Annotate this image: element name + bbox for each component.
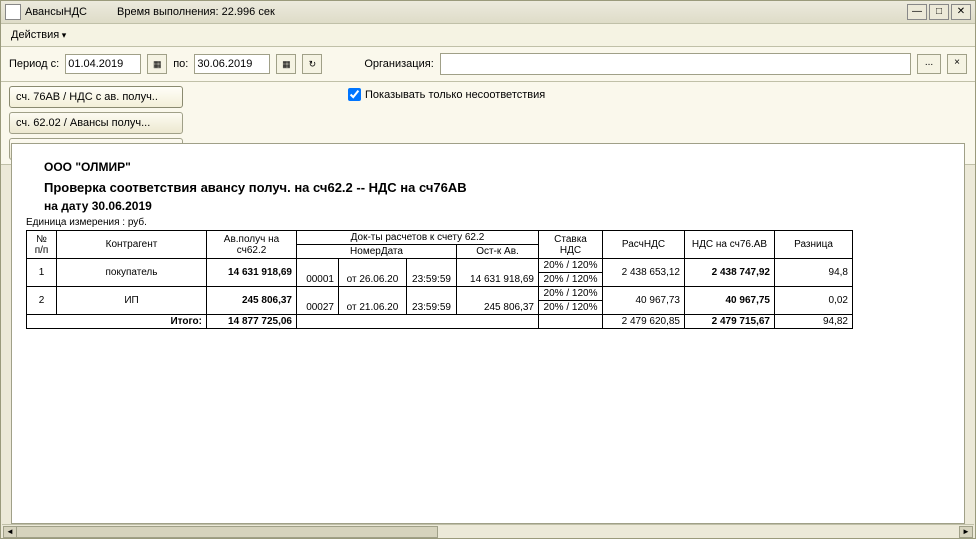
cell-total-nds: 2 479 715,67 xyxy=(685,315,775,329)
cell-stavka-bot: 20% / 120% xyxy=(539,273,603,287)
cell-ost-blank xyxy=(457,287,539,301)
cell-docdate: от 21.06.20 xyxy=(339,301,407,315)
cell-nds: 2 438 747,92 xyxy=(685,259,775,287)
th-av: Ав.получ на сч62.2 xyxy=(207,231,297,259)
th-rasch: РасчНДС xyxy=(603,231,685,259)
cell-stavka-top: 20% / 120% xyxy=(539,259,603,273)
cell-doctime-blank xyxy=(407,259,457,273)
cell-ost: 245 806,37 xyxy=(457,301,539,315)
toolbar: Период с: ▦ по: ▦ ↻ Организация: ... × xyxy=(1,47,975,82)
close-button[interactable]: ✕ xyxy=(951,4,971,20)
cell-docnum-blank xyxy=(297,287,339,301)
cell-total-razn: 94,82 xyxy=(775,315,853,329)
calendar-from-button[interactable]: ▦ xyxy=(147,54,167,74)
window-title: АвансыНДС xyxy=(25,6,87,18)
th-doc-group: Док-ты расчетов к счету 62.2 xyxy=(297,231,539,245)
report-area: ООО "ОЛМИР" Проверка соответствия авансу… xyxy=(11,143,965,524)
cell-doctime: 23:59:59 xyxy=(407,273,457,287)
cell-total-label: Итого: xyxy=(27,315,207,329)
cell-contragent: ИП xyxy=(57,287,207,315)
org-clear-button[interactable]: × xyxy=(947,54,967,74)
th-ost-av: Ост-к Ав. xyxy=(457,245,539,259)
show-mismatch-checkbox[interactable] xyxy=(348,88,361,101)
cell-av: 14 631 918,69 xyxy=(207,259,297,287)
tab-76av[interactable]: сч. 76АВ / НДС с ав. получ.. xyxy=(9,86,183,108)
scroll-right-arrow[interactable]: ► xyxy=(959,526,973,538)
cell-docdate-blank xyxy=(339,287,407,301)
cell-doctime-blank xyxy=(407,287,457,301)
report-title: Проверка соответствия авансу получ. на с… xyxy=(44,180,950,195)
cell-ost: 14 631 918,69 xyxy=(457,273,539,287)
maximize-button[interactable]: □ xyxy=(929,4,949,20)
cell-razn: 0,02 xyxy=(775,287,853,315)
cell-docdate-blank xyxy=(339,259,407,273)
report-unit: Единица измерения : руб. xyxy=(26,217,950,228)
menu-actions[interactable]: Действия xyxy=(7,27,74,43)
cell-stavka-bot: 20% / 120% xyxy=(539,301,603,315)
cell-doctime: 23:59:59 xyxy=(407,301,457,315)
report-date: на дату 30.06.2019 xyxy=(44,199,950,213)
cell-stavka-top: 20% / 120% xyxy=(539,287,603,301)
cell-total-stavka-blank xyxy=(539,315,603,329)
th-razn: Разница xyxy=(775,231,853,259)
scroll-left-arrow[interactable]: ◄ xyxy=(3,526,17,538)
org-input[interactable] xyxy=(440,53,911,75)
app-icon xyxy=(5,4,21,20)
cell-total-rasch: 2 479 620,85 xyxy=(603,315,685,329)
cell-n: 1 xyxy=(27,259,57,287)
titlebar: АвансыНДС Время выполнения: 22.996 сек —… xyxy=(1,1,975,24)
exec-time-label: Время выполнения: xyxy=(117,6,219,18)
period-from-label: Период с: xyxy=(9,58,59,70)
th-nomer-data: НомерДата xyxy=(297,245,457,259)
cell-docnum: 00027 xyxy=(297,301,339,315)
cell-nds: 40 967,75 xyxy=(685,287,775,315)
menubar: Действия xyxy=(1,24,975,47)
cell-contragent: покупатель xyxy=(57,259,207,287)
minimize-button[interactable]: — xyxy=(907,4,927,20)
cell-docnum: 00001 xyxy=(297,273,339,287)
calendar-to-button[interactable]: ▦ xyxy=(276,54,296,74)
cell-av: 245 806,37 xyxy=(207,287,297,315)
th-contragent: Контрагент xyxy=(57,231,207,259)
th-stavka: Ставка НДС xyxy=(539,231,603,259)
horizontal-scrollbar[interactable]: ◄ ► xyxy=(2,524,974,537)
cell-total-av: 14 877 725,06 xyxy=(207,315,297,329)
cell-docdate: от 26.06.20 xyxy=(339,273,407,287)
refresh-button[interactable]: ↻ xyxy=(302,54,322,74)
tab-6202[interactable]: сч. 62.02 / Авансы получ... xyxy=(9,112,183,134)
cell-ost-blank xyxy=(457,259,539,273)
cell-rasch: 2 438 653,12 xyxy=(603,259,685,287)
cell-total-doc-blank xyxy=(297,315,539,329)
org-label: Организация: xyxy=(364,58,433,70)
exec-time: Время выполнения: 22.996 сек xyxy=(117,6,275,18)
report-table: № п/п Контрагент Ав.получ на сч62.2 Док-… xyxy=(26,230,853,329)
cell-razn: 94,8 xyxy=(775,259,853,287)
report-org: ООО "ОЛМИР" xyxy=(44,160,950,174)
scroll-thumb[interactable] xyxy=(16,526,438,538)
cell-n: 2 xyxy=(27,287,57,315)
show-mismatch-label: Показывать только несоответствия xyxy=(365,89,545,101)
org-select-button[interactable]: ... xyxy=(917,54,941,74)
date-to-input[interactable] xyxy=(194,54,270,74)
th-npp: № п/п xyxy=(27,231,57,259)
th-nds: НДС на сч76.АВ xyxy=(685,231,775,259)
cell-docnum-blank xyxy=(297,259,339,273)
cell-rasch: 40 967,73 xyxy=(603,287,685,315)
period-to-label: по: xyxy=(173,58,188,70)
date-from-input[interactable] xyxy=(65,54,141,74)
exec-time-value: 22.996 сек xyxy=(222,6,275,18)
